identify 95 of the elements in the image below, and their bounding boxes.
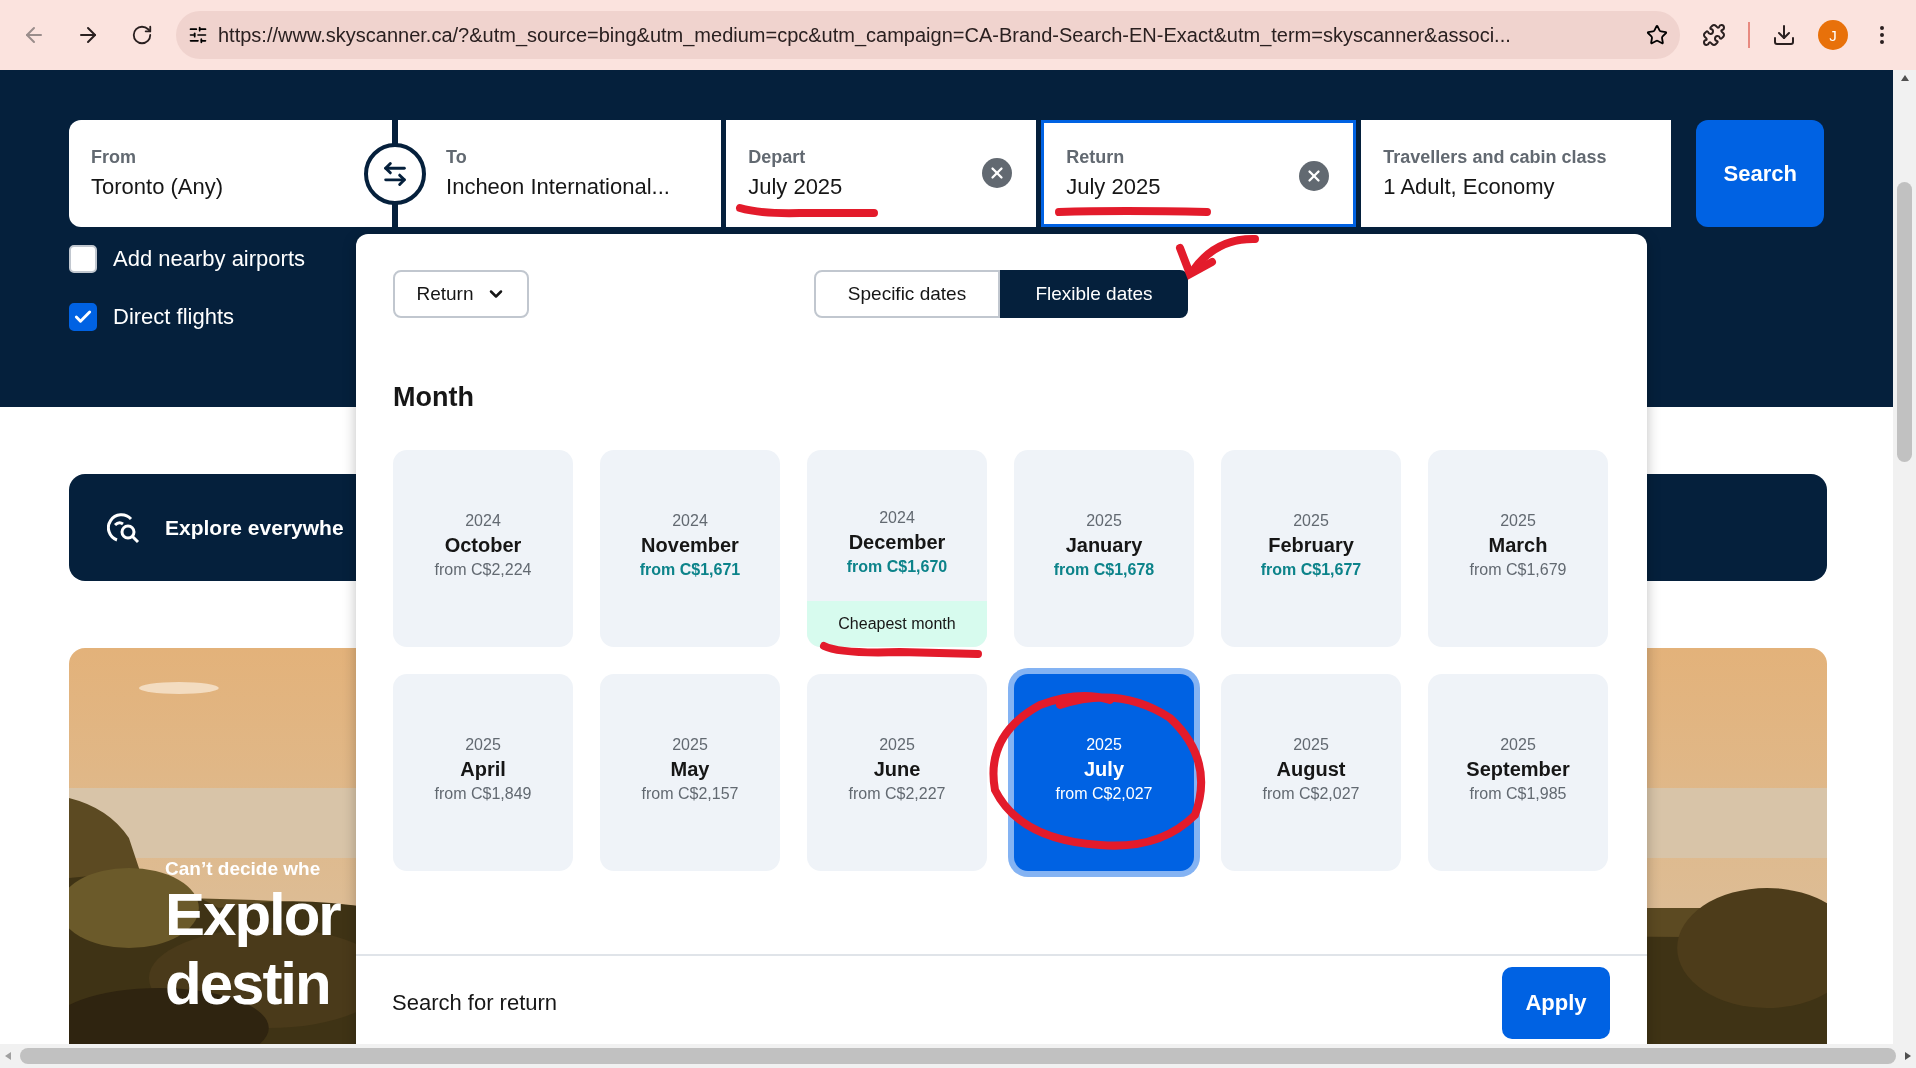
month-card[interactable]: 2025 May from C$2,157: [600, 674, 780, 871]
travellers-field[interactable]: Travellers and cabin class 1 Adult, Economy: [1361, 120, 1672, 227]
place-field[interactable]: To Incheon International...: [398, 120, 722, 227]
checkbox-label: Direct flights: [113, 304, 235, 330]
scroll-left-icon: [4, 1051, 12, 1061]
month-year: 2024: [672, 512, 708, 530]
date-field[interactable]: Return July 2025: [1041, 120, 1357, 227]
month-price: from C$2,157: [641, 785, 739, 803]
checkbox-label: Add nearby airports: [113, 246, 305, 272]
date-field[interactable]: Depart July 2025: [726, 120, 1037, 227]
month-card[interactable]: 2024 December from C$1,670 Cheapest month: [807, 450, 987, 647]
scroll-up-icon: [1899, 74, 1910, 82]
month-year: 2025: [1086, 512, 1122, 530]
month-card[interactable]: 2025 September from C$1,985: [1428, 674, 1608, 871]
search-button[interactable]: Search: [1696, 120, 1824, 227]
month-name: February: [1268, 534, 1354, 557]
month-price: from C$2,227: [848, 785, 946, 803]
month-year: 2024: [465, 512, 501, 530]
month-name: December: [848, 531, 946, 554]
field-label: From: [91, 147, 137, 168]
month-name: November: [641, 534, 739, 557]
field-label: Depart: [748, 147, 807, 168]
footer-text: Search for return: [392, 990, 558, 1016]
month-card[interactable]: 2025 June from C$2,227: [807, 674, 987, 871]
month-year: 2025: [1500, 512, 1536, 530]
month-price: from C$1,849: [434, 785, 532, 803]
download-icon[interactable]: [1772, 23, 1796, 47]
month-year: 2025: [879, 736, 915, 754]
month-name: March: [1488, 534, 1548, 557]
field-value: 1 Adult, Economy: [1383, 174, 1555, 200]
month-name: September: [1466, 758, 1570, 781]
cheapest-badge: Cheapest month: [807, 601, 987, 647]
apply-button[interactable]: Apply: [1502, 967, 1610, 1039]
explore-text: Explore everywhe: [165, 515, 344, 540]
promo-title: Explor: [165, 880, 340, 949]
vertical-scrollbar[interactable]: [1893, 70, 1916, 1044]
checkbox[interactable]: [69, 245, 97, 273]
field-label: To: [446, 147, 468, 168]
month-name: October: [444, 534, 522, 557]
month-card[interactable]: 2024 October from C$2,224: [393, 450, 573, 647]
checkbox[interactable]: [69, 303, 97, 331]
month-year: 2025: [1293, 736, 1329, 754]
reload-icon[interactable]: [131, 24, 153, 46]
section-heading: Month: [393, 382, 475, 413]
month-card[interactable]: 2025 August from C$2,027: [1221, 674, 1401, 871]
month-name: January: [1065, 534, 1143, 557]
month-name: July: [1084, 758, 1124, 781]
site-settings-icon[interactable]: [188, 25, 208, 45]
month-year: 2025: [1086, 736, 1122, 754]
month-card[interactable]: 2025 January from C$1,678: [1014, 450, 1194, 647]
puzzle-icon[interactable]: [1702, 23, 1726, 47]
month-price: from C$2,027: [1262, 785, 1360, 803]
promo-subtitle: Can’t decide whe: [165, 858, 322, 880]
horizontal-scrollbar[interactable]: [0, 1044, 1916, 1068]
month-price: from C$1,670: [846, 558, 948, 576]
month-name: June: [873, 758, 921, 781]
field-value: July 2025: [748, 174, 843, 200]
month-price: from C$1,677: [1260, 561, 1362, 579]
month-year: 2025: [465, 736, 501, 754]
scroll-right-icon: [1904, 1051, 1912, 1061]
month-price: from C$1,985: [1469, 785, 1567, 803]
place-field[interactable]: From Toronto (Any): [69, 120, 393, 227]
month-price: from C$1,671: [639, 561, 741, 579]
month-card[interactable]: 2024 November from C$1,671: [600, 450, 780, 647]
month-price: from C$2,027: [1055, 785, 1153, 803]
month-year: 2025: [1500, 736, 1536, 754]
trip-type-dropdown[interactable]: Return: [393, 270, 529, 318]
month-card[interactable]: 2025 March from C$1,679: [1428, 450, 1608, 647]
promo-title: destin: [165, 949, 331, 1018]
field-label: Travellers and cabin class: [1383, 147, 1608, 168]
globe-search-icon: [107, 510, 141, 545]
url-text: https://www.skyscanner.ca/?&utm_source=bing&utm_medium=cpc&utm_campaign=CA-Brand-Search-EN-Exact&utm_term=skyscanner&associ...: [218, 23, 1512, 47]
field-value: Incheon International...: [446, 174, 670, 200]
address-bar[interactable]: https://www.skyscanner.ca/?&utm_source=bing&utm_medium=cpc&utm_campaign=CA-Brand-Search-EN-Exact&utm_term=skyscanner&associ...: [176, 11, 1680, 59]
month-card[interactable]: 2025 February from C$1,677: [1221, 450, 1401, 647]
bookmark-star-icon[interactable]: [1646, 24, 1668, 46]
month-name: August: [1276, 758, 1346, 781]
clear-button[interactable]: [1299, 161, 1330, 191]
scroll-thumb[interactable]: [1897, 182, 1912, 462]
month-name: April: [460, 758, 506, 781]
date-mode-tab[interactable]: Flexible dates: [1000, 270, 1188, 318]
month-price: from C$1,678: [1053, 561, 1155, 579]
month-price: from C$1,679: [1469, 561, 1567, 579]
field-value: July 2025: [1066, 174, 1161, 200]
month-year: 2025: [1293, 512, 1329, 530]
date-mode-tab[interactable]: Specific dates: [814, 270, 1000, 318]
field-label: Return: [1066, 147, 1126, 168]
month-card[interactable]: 2025 April from C$1,849: [393, 674, 573, 871]
month-name: May: [670, 758, 710, 781]
month-price: from C$2,224: [434, 561, 532, 579]
field-value: Toronto (Any): [91, 174, 224, 200]
scroll-thumb[interactable]: [20, 1048, 1896, 1064]
month-year: 2025: [672, 736, 708, 754]
clear-button[interactable]: [982, 158, 1013, 188]
month-year: 2024: [879, 509, 915, 527]
